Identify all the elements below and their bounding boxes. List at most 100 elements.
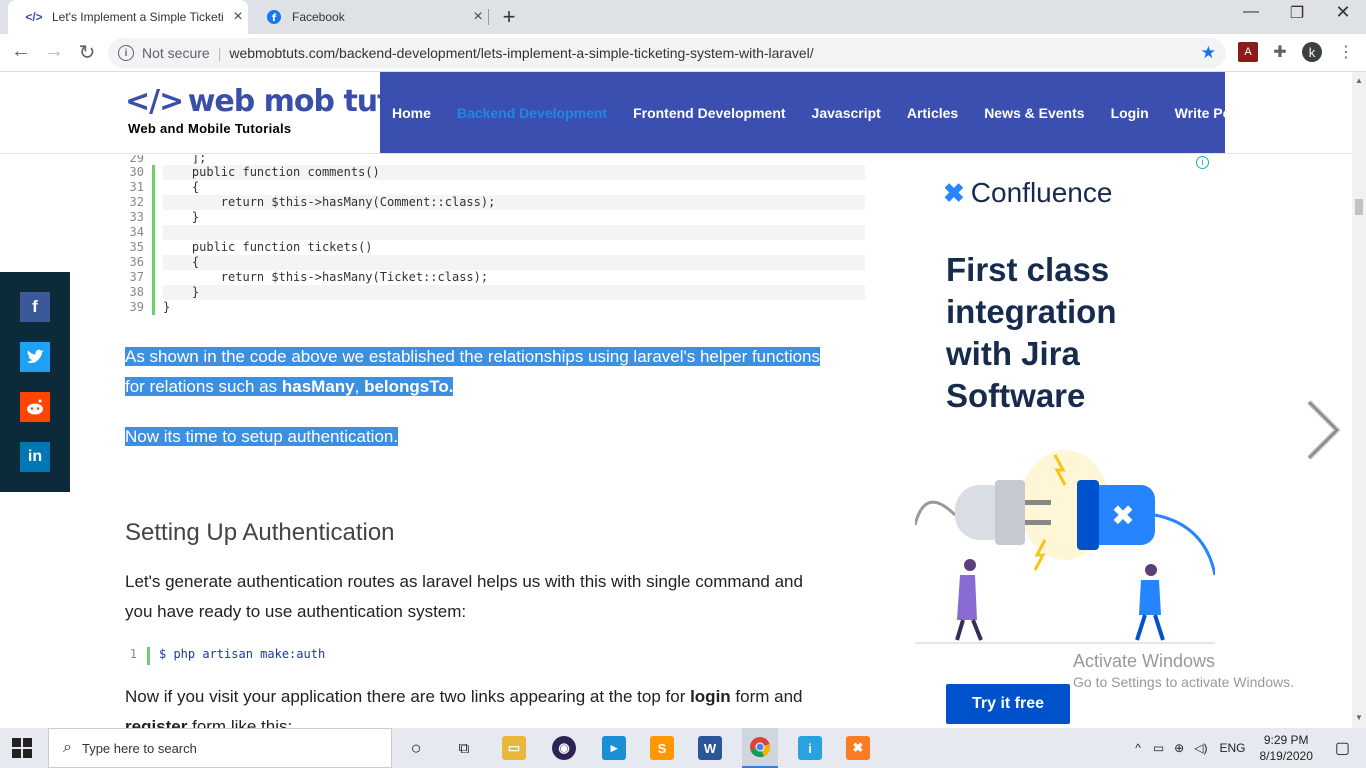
- browser-toolbar: ← → ↻ i Not secure | webmobtuts.com/back…: [0, 34, 1366, 72]
- close-window-button[interactable]: ✕: [1320, 2, 1366, 23]
- clock-date: 8/19/2020: [1259, 749, 1313, 763]
- facebook-icon[interactable]: f: [20, 292, 50, 322]
- try-it-free-button[interactable]: Try it free: [946, 684, 1070, 724]
- code-gutter-bar: [152, 255, 155, 270]
- code-text: public function comments(): [163, 165, 865, 180]
- nav-javascript[interactable]: Javascript: [812, 105, 881, 121]
- file-explorer-icon[interactable]: ▭: [502, 736, 526, 760]
- code-line: 39}: [120, 300, 865, 315]
- notification-icon[interactable]: ▢: [1335, 738, 1350, 758]
- nav-news-events[interactable]: News & Events: [984, 105, 1084, 121]
- back-icon[interactable]: ←: [8, 40, 34, 63]
- article-content: 29 ]; 30 public function comments() 31 {32…: [0, 155, 1352, 728]
- reload-icon[interactable]: ↻: [74, 40, 100, 65]
- language-indicator[interactable]: ENG: [1219, 741, 1245, 755]
- pdf-extension-icon[interactable]: A: [1238, 42, 1258, 62]
- activate-windows-watermark: Activate Windows Go to Settings to activ…: [1073, 651, 1294, 690]
- network-icon[interactable]: ⊕: [1174, 741, 1184, 755]
- close-icon[interactable]: ×: [470, 8, 486, 26]
- highlighted-text: As shown in the code above we establishe…: [125, 347, 820, 366]
- restore-button[interactable]: ❐: [1274, 3, 1320, 23]
- code-block: 29 ]; 30 public function comments() 31 {32…: [120, 155, 865, 315]
- code-icon: </>: [25, 10, 43, 24]
- main-navigation: Home Backend Development Frontend Develo…: [380, 72, 1279, 153]
- tab-ticketing[interactable]: </> Let's Implement a Simple Ticketing ×: [8, 0, 248, 34]
- bookmark-star-icon[interactable]: ★: [1201, 43, 1216, 63]
- chrome-icon[interactable]: [742, 728, 778, 768]
- line-number: 32: [129, 195, 144, 209]
- scroll-up-arrow-icon[interactable]: ▲: [1355, 76, 1363, 85]
- code-gutter-bar: [147, 647, 150, 665]
- linkedin-icon[interactable]: in: [20, 442, 50, 472]
- windows-start-icon[interactable]: [12, 738, 32, 758]
- line-number: 31: [129, 180, 144, 194]
- xampp-icon[interactable]: ✖: [846, 736, 870, 760]
- twitter-icon[interactable]: [20, 342, 50, 372]
- code-text: {: [163, 180, 200, 194]
- sublime-text-icon[interactable]: S: [650, 736, 674, 760]
- social-share-bar: f in: [0, 272, 70, 492]
- scrollbar-thumb[interactable]: [1355, 199, 1363, 215]
- taskbar-search-box[interactable]: ⌕ Type here to search: [48, 728, 392, 768]
- tab-divider: [488, 9, 489, 25]
- nav-backend-development[interactable]: Backend Development: [457, 105, 607, 121]
- volume-icon[interactable]: ◁): [1194, 741, 1207, 755]
- word-icon[interactable]: W: [698, 736, 722, 760]
- url-text[interactable]: webmobtuts.com/backend-development/lets-…: [229, 45, 813, 61]
- taskbar-search-placeholder: Type here to search: [81, 740, 197, 756]
- clock[interactable]: 9:29 PM 8/19/2020: [1259, 732, 1312, 764]
- code-line: 31 {: [120, 180, 865, 195]
- bold-login: login: [690, 687, 731, 706]
- code-text: {: [163, 255, 865, 270]
- paragraph-text: form and: [730, 687, 803, 706]
- menu-icon[interactable]: ⋮: [1336, 42, 1356, 62]
- address-bar[interactable]: i Not secure | webmobtuts.com/backend-de…: [108, 38, 1226, 68]
- cortana-icon[interactable]: ○: [404, 736, 428, 760]
- minimize-button[interactable]: —: [1228, 3, 1274, 21]
- task-view-icon[interactable]: ⧉: [452, 736, 476, 760]
- code-text: }: [163, 300, 171, 314]
- forward-icon[interactable]: →: [41, 40, 67, 63]
- ad-info-icon[interactable]: i: [1196, 156, 1209, 169]
- new-tab-button[interactable]: +: [498, 4, 520, 30]
- nav-home[interactable]: Home: [392, 105, 431, 121]
- section-heading: Setting Up Authentication: [125, 519, 395, 546]
- address-divider: |: [217, 45, 222, 61]
- watermark-title: Activate Windows: [1073, 651, 1216, 671]
- nav-login[interactable]: Login: [1111, 105, 1149, 121]
- nav-write-post[interactable]: Write Post: [1175, 105, 1244, 121]
- puzzle-icon[interactable]: ✚: [1270, 42, 1290, 62]
- close-icon[interactable]: ×: [230, 8, 246, 26]
- next-article-chevron-icon[interactable]: [1305, 398, 1341, 467]
- confluence-ad[interactable]: i ✖ Confluence First class integration w…: [915, 155, 1215, 728]
- tab-title: Facebook: [292, 10, 345, 24]
- battery-icon[interactable]: ▭: [1153, 741, 1164, 755]
- app-icon[interactable]: i: [798, 736, 822, 760]
- code-gutter-bar: [152, 300, 155, 315]
- code-line: 35 public function tickets(): [120, 240, 865, 255]
- code-text: [163, 225, 865, 240]
- svg-text:f: f: [272, 13, 277, 24]
- security-label: Not secure: [142, 45, 210, 61]
- reddit-icon[interactable]: [20, 392, 50, 422]
- code-line: 32 return $this->hasMany(Comment::class)…: [120, 195, 865, 210]
- profile-avatar[interactable]: k: [1302, 42, 1322, 62]
- tab-facebook[interactable]: f Facebook ×: [248, 0, 488, 34]
- page-scrollbar[interactable]: ▲ ▼: [1352, 72, 1366, 728]
- app-icon[interactable]: ▸: [602, 736, 626, 760]
- search-icon[interactable]: [1264, 102, 1280, 123]
- info-icon[interactable]: i: [118, 45, 134, 61]
- code-gutter-bar: [152, 165, 155, 180]
- paragraph-relationships: As shown in the code above we establishe…: [125, 342, 820, 402]
- scroll-down-arrow-icon[interactable]: ▼: [1355, 713, 1363, 722]
- nav-frontend-development[interactable]: Frontend Development: [633, 105, 785, 121]
- eclipse-icon[interactable]: ◉: [552, 736, 576, 760]
- code-gutter-bar: [152, 225, 155, 240]
- nav-articles[interactable]: Articles: [907, 105, 958, 121]
- chevron-up-icon[interactable]: ^: [1135, 741, 1141, 755]
- line-number: 36: [129, 255, 144, 269]
- logo-mark: </>: [125, 84, 184, 119]
- code-text: return $this->hasMany(Comment::class);: [163, 195, 865, 210]
- logo-name: web mob tuts: [187, 84, 409, 119]
- site-logo[interactable]: </> web mob tuts Web and Mobile Tutorial…: [125, 84, 409, 136]
